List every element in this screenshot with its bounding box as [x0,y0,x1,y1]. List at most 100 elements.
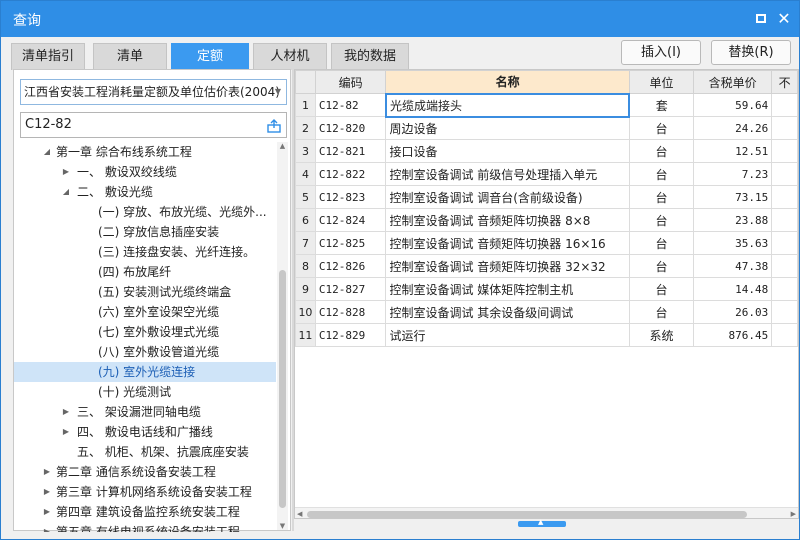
library-select[interactable]: 江西省安装工程消耗量定额及单位估价表(2004) ▼ [20,79,287,105]
cell-extra[interactable] [771,116,798,140]
tree-node[interactable]: (三) 连接盘安装、光纤连接。 [14,242,276,262]
cell-unit[interactable]: 台 [628,185,695,209]
tab-bill[interactable]: 清单 [93,43,167,70]
scroll-up-icon[interactable]: ▲ [277,142,288,150]
cell-price[interactable]: 14.48 [693,277,773,301]
tree-node[interactable]: (二) 穿放信息插座安装 [14,222,276,242]
cell-code[interactable]: C12-826 [314,254,387,278]
tree-node[interactable]: 五、 机柜、机架、抗震底座安装 [14,442,276,462]
cell-code[interactable]: C12-828 [314,300,387,324]
cell-price[interactable]: 35.63 [693,231,773,255]
tree-node[interactable]: (五) 安装测试光缆终端盒 [14,282,276,302]
cell-extra[interactable] [771,162,798,186]
tree-node[interactable]: ▶ 第三章 计算机网络系统设备安装工程 [14,482,276,502]
cell-price[interactable]: 59.64 [693,93,773,117]
tab-quota[interactable]: 定额 [171,43,249,70]
cell-unit[interactable]: 台 [628,116,695,140]
cell-name[interactable]: 控制室设备调试 前级信号处理插入单元 [385,162,630,186]
tree-scrollbar[interactable]: ▲ ▼ [277,142,288,530]
cell-extra[interactable] [771,254,798,278]
row-number[interactable]: 9 [295,277,316,301]
cell-name[interactable]: 控制室设备调试 音频矩阵切换器 32×32 [385,254,630,278]
cell-name[interactable]: 控制室设备调试 调音台(含前级设备) [385,185,630,209]
cell-name[interactable]: 试运行 [385,323,630,347]
caret-collapsed-icon[interactable]: ▶ [61,402,71,422]
insert-button[interactable]: 插入(I) [621,40,701,65]
cell-unit[interactable]: 套 [628,93,695,117]
table-row[interactable]: 1 C12-82 光缆成端接头套 59.64 [295,92,798,118]
cell-extra[interactable] [771,231,798,255]
cell-extra[interactable] [771,300,798,324]
cell-price[interactable]: 47.38 [693,254,773,278]
search-input[interactable]: C12-82 [20,112,287,138]
column-header-code[interactable]: 编码 [314,70,387,94]
cell-name[interactable]: 控制室设备调试 音频矩阵切换器 16×16 [385,231,630,255]
tab-bill-guide[interactable]: 清单指引 [11,43,85,70]
row-number[interactable]: 11 [295,323,316,347]
cell-extra[interactable] [771,277,798,301]
cell-code[interactable]: C12-822 [314,162,387,186]
cell-extra[interactable] [771,139,798,163]
caret-collapsed-icon[interactable]: ▶ [42,462,52,482]
replace-button[interactable]: 替换(R) [711,40,791,65]
tree-node[interactable]: (十) 光缆测试 [14,382,276,402]
cell-price[interactable]: 12.51 [693,139,773,163]
caret-expanded-icon[interactable]: ◢ [61,182,71,202]
table-row[interactable]: 3 C12-821 接口设备台 12.51 [295,139,798,163]
column-header-extra[interactable]: 不 [771,70,798,94]
tree-node[interactable]: ◢ 第一章 综合布线系统工程 [14,142,276,162]
cell-name[interactable]: 光缆成端接头 [384,92,631,118]
scroll-left-icon[interactable]: ◀ [297,508,302,518]
cell-code[interactable]: C12-821 [314,139,387,163]
collapse-panel-handle[interactable]: ▲ [518,518,566,527]
cell-code[interactable]: C12-827 [314,277,387,301]
tree-node[interactable]: (四) 布放尾纤 [14,262,276,282]
close-button[interactable]: ✕ [775,10,793,28]
cell-price[interactable]: 26.03 [693,300,773,324]
row-number[interactable]: 2 [295,116,316,140]
tree-node[interactable]: ▶ 四、 敷设电话线和广播线 [14,422,276,442]
cell-unit[interactable]: 台 [628,208,695,232]
cell-price[interactable]: 23.88 [693,208,773,232]
cell-code[interactable]: C12-825 [314,231,387,255]
scroll-down-icon[interactable]: ▼ [277,522,288,530]
table-row[interactable]: 2 C12-820 周边设备台 24.26 [295,116,798,140]
column-header-price[interactable]: 含税单价 [693,70,773,94]
table-row[interactable]: 7 C12-825 控制室设备调试 音频矩阵切换器 16×16 台 35.63 [295,231,798,255]
cell-unit[interactable]: 台 [628,254,695,278]
table-row[interactable]: 8 C12-826 控制室设备调试 音频矩阵切换器 32×32 台 47.38 [295,254,798,278]
row-number[interactable]: 4 [295,162,316,186]
cell-extra[interactable] [771,208,798,232]
tab-labor-material[interactable]: 人材机 [253,43,327,70]
cell-code[interactable]: C12-824 [314,208,387,232]
table-row[interactable]: 9 C12-827 控制室设备调试 媒体矩阵控制主机台 14.48 [295,277,798,301]
row-number[interactable]: 1 [295,93,316,117]
tree-node[interactable]: ▶ 第五章 有线电视系统设备安装工程 [14,522,276,532]
caret-collapsed-icon[interactable]: ▶ [61,422,71,442]
tab-my-data[interactable]: 我的数据 [331,43,409,70]
caret-collapsed-icon[interactable]: ▶ [42,522,52,532]
column-header-unit[interactable]: 单位 [628,70,695,94]
row-number[interactable]: 10 [295,300,316,324]
tree-scrollbar-thumb[interactable] [279,270,286,508]
caret-collapsed-icon[interactable]: ▶ [42,482,52,502]
table-horizontal-scrollbar[interactable]: ◀ ▶ [295,507,798,518]
column-header-name[interactable]: 名称 [385,70,630,94]
table-scrollbar-thumb[interactable] [307,511,747,518]
tree-node[interactable]: ◢ 二、 敷设光缆 [14,182,276,202]
row-number[interactable]: 5 [295,185,316,209]
cell-name[interactable]: 周边设备 [385,116,630,140]
caret-collapsed-icon[interactable]: ▶ [42,502,52,522]
cell-name[interactable]: 接口设备 [385,139,630,163]
tree-node[interactable]: ▶ 一、 敷设双绞线缆 [14,162,276,182]
cell-unit[interactable]: 台 [628,277,695,301]
cell-name[interactable]: 控制室设备调试 音频矩阵切换器 8×8 [385,208,630,232]
cell-extra[interactable] [771,185,798,209]
cell-extra[interactable] [771,323,798,347]
maximize-button[interactable] [752,10,770,28]
row-number[interactable]: 8 [295,254,316,278]
table-row[interactable]: 6 C12-824 控制室设备调试 音频矩阵切换器 8×8 台 23.88 [295,208,798,232]
table-row[interactable]: 10 C12-828 控制室设备调试 其余设备级间调试台 26.03 [295,300,798,324]
cell-code[interactable]: C12-82 [314,93,387,117]
tree-node[interactable]: ▶ 三、 架设漏泄同轴电缆 [14,402,276,422]
